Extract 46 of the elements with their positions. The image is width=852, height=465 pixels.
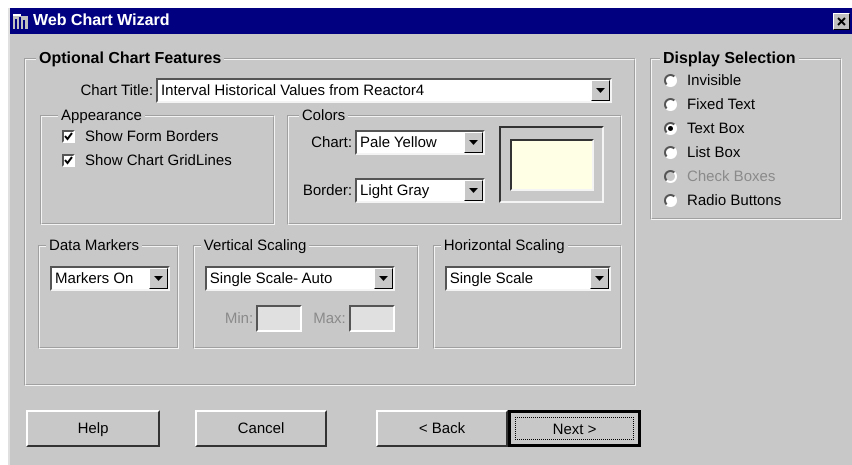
field-label: Max:: [313, 310, 346, 327]
window-title: Web Chart Wizard: [33, 12, 170, 30]
dialog-button[interactable]: Help: [26, 410, 160, 447]
group-title: Data Markers: [48, 237, 140, 254]
dialog-button[interactable]: Next >: [508, 410, 641, 447]
caret-icon: [154, 276, 163, 281]
caret-icon: [469, 140, 478, 145]
checkbox[interactable]: [62, 154, 75, 166]
dialog-button[interactable]: < Back: [376, 410, 508, 447]
field-label: Chart Title:: [80, 82, 153, 99]
group-title: Optional Chart Features: [38, 50, 222, 68]
radio-button[interactable]: [664, 146, 677, 158]
group-title: Appearance: [60, 107, 143, 124]
radio-label: Text Box: [687, 120, 745, 136]
radio-button[interactable]: [664, 98, 677, 110]
radio-button[interactable]: [664, 74, 677, 86]
checkbox-label: Show Form Borders: [85, 128, 218, 144]
field-label: Min:: [224, 310, 254, 327]
radio-label: Invisible: [687, 72, 742, 88]
radio-label: Radio Buttons: [687, 192, 782, 208]
radio-label: List Box: [687, 144, 740, 160]
checkbox-label: Show Chart GridLines: [85, 152, 232, 168]
group-title: Colors: [300, 107, 346, 124]
group-title: Horizontal Scaling: [442, 237, 566, 254]
radio-label: Check Boxes: [687, 168, 776, 184]
group-title: Display Selection: [662, 50, 796, 68]
radio-button[interactable]: [664, 194, 677, 206]
caret-icon: [596, 88, 605, 93]
checkbox[interactable]: [62, 130, 75, 142]
dropdown[interactable]: Single Scale- Auto: [204, 266, 395, 291]
radio-label: Fixed Text: [687, 96, 756, 112]
radio-button[interactable]: [664, 122, 677, 134]
close-icon: [837, 16, 846, 26]
dropdown[interactable]: Light Gray: [355, 178, 486, 203]
field-label: Border:: [302, 182, 352, 199]
group-title: Vertical Scaling: [202, 237, 308, 254]
caret-icon: [594, 276, 604, 281]
caret-icon: [378, 276, 388, 281]
dropdown[interactable]: Pale Yellow: [355, 130, 486, 155]
field-label: Chart:: [311, 134, 352, 151]
caret-icon: [469, 188, 478, 193]
dropdown[interactable]: Single Scale: [444, 266, 611, 291]
dialog-button[interactable]: Cancel: [195, 410, 327, 447]
dropdown[interactable]: Markers On: [50, 266, 170, 291]
dropdown[interactable]: Interval Historical Values from Reactor4: [156, 78, 612, 103]
close-button[interactable]: [833, 12, 850, 30]
